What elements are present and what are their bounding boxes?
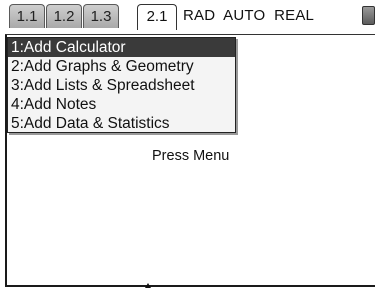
menu-item-add-calculator[interactable]: 1:Add Calculator [8, 38, 235, 57]
press-menu-hint: Press Menu [152, 148, 230, 164]
tab-1-2[interactable]: 1.2 [46, 4, 82, 28]
tab-1-1[interactable]: 1.1 [9, 4, 45, 28]
menu-item-add-graphs-geometry[interactable]: 2:Add Graphs & Geometry [8, 57, 235, 76]
tab-2-1[interactable]: 2.1 [137, 4, 177, 30]
menu-item-add-data-statistics[interactable]: 5:Add Data & Statistics [8, 114, 235, 133]
pointer-cursor-icon [145, 283, 151, 288]
mode-status: RAD AUTO REAL [183, 7, 315, 24]
menu-item-add-lists-spreadsheet[interactable]: 3:Add Lists & Spreadsheet [8, 76, 235, 95]
add-app-menu: 1:Add Calculator 2:Add Graphs & Geometry… [7, 37, 236, 133]
battery-icon [362, 6, 375, 25]
menu-item-add-notes[interactable]: 4:Add Notes [8, 95, 235, 114]
tab-divider [5, 34, 375, 35]
tab-1-3[interactable]: 1.3 [83, 4, 119, 28]
